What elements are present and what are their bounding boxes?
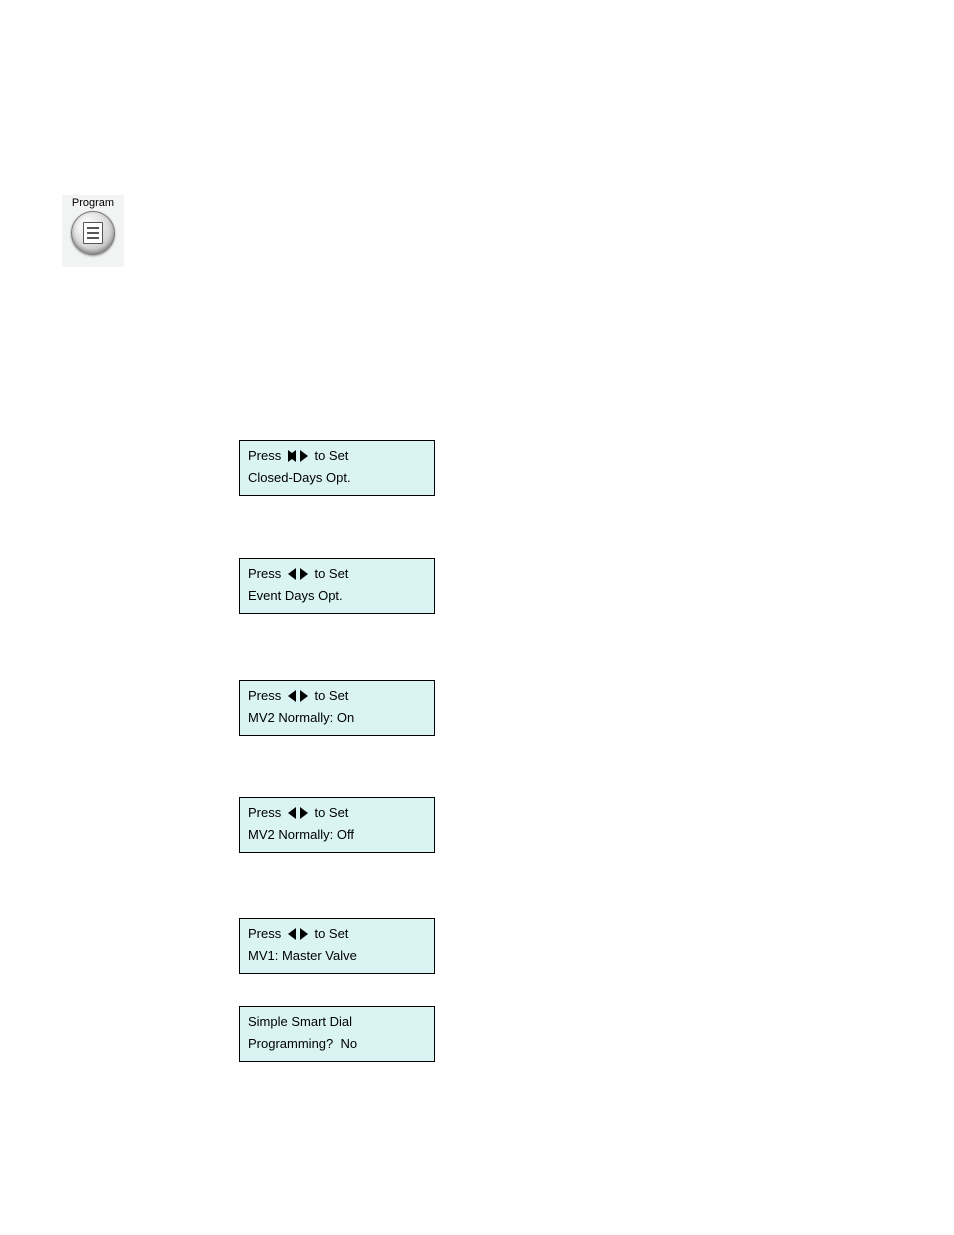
left-right-arrows-icon (288, 690, 308, 702)
lcd-text: to Set (311, 804, 349, 822)
lcd-text: to Set (311, 565, 349, 583)
left-right-arrows-icon (288, 928, 308, 940)
lcd-line-1: Press to Set (248, 447, 426, 465)
lcd-text: Press (248, 687, 285, 705)
lcd-line-2: MV1: Master Valve (248, 947, 426, 965)
lcd-text: to Set (311, 687, 349, 705)
lcd-line-2: MV2 Normally: On (248, 709, 426, 727)
lcd-text: Press (248, 565, 285, 583)
lcd-text: to Set (311, 925, 349, 943)
lcd-line-1: Press to Set (248, 565, 426, 583)
left-right-arrows-icon (288, 568, 308, 580)
program-button-label: Program (72, 197, 114, 209)
lcd-text: Press (248, 925, 285, 943)
lcd-text: to Set (311, 447, 349, 465)
lcd-line-2: MV2 Normally: Off (248, 826, 426, 844)
lcd-line-2: Closed-Days Opt. (248, 469, 426, 487)
lcd-line-1: Simple Smart Dial (248, 1013, 426, 1031)
lcd-line-1: Press to Set (248, 687, 426, 705)
lcd-display: Simple Smart Dial Programming? No (239, 1006, 435, 1062)
lcd-display: Press to Set Closed-Days Opt. (239, 440, 435, 496)
lcd-line-2: Event Days Opt. (248, 587, 426, 605)
program-button-circle (71, 211, 115, 255)
lcd-text: Press (248, 447, 285, 465)
lcd-display: Press to Set MV2 Normally: On (239, 680, 435, 736)
lcd-line-1: Press to Set (248, 804, 426, 822)
lcd-line-2: Programming? No (248, 1035, 426, 1053)
left-right-arrows-icon (288, 807, 308, 819)
lcd-display: Press to Set MV2 Normally: Off (239, 797, 435, 853)
list-icon (83, 222, 103, 244)
left-right-arrows-icon (288, 450, 308, 462)
lcd-text: Press (248, 804, 285, 822)
lcd-line-1: Press to Set (248, 925, 426, 943)
lcd-display: Press to Set MV1: Master Valve (239, 918, 435, 974)
lcd-display: Press to Set Event Days Opt. (239, 558, 435, 614)
program-button[interactable]: Program (62, 195, 124, 267)
